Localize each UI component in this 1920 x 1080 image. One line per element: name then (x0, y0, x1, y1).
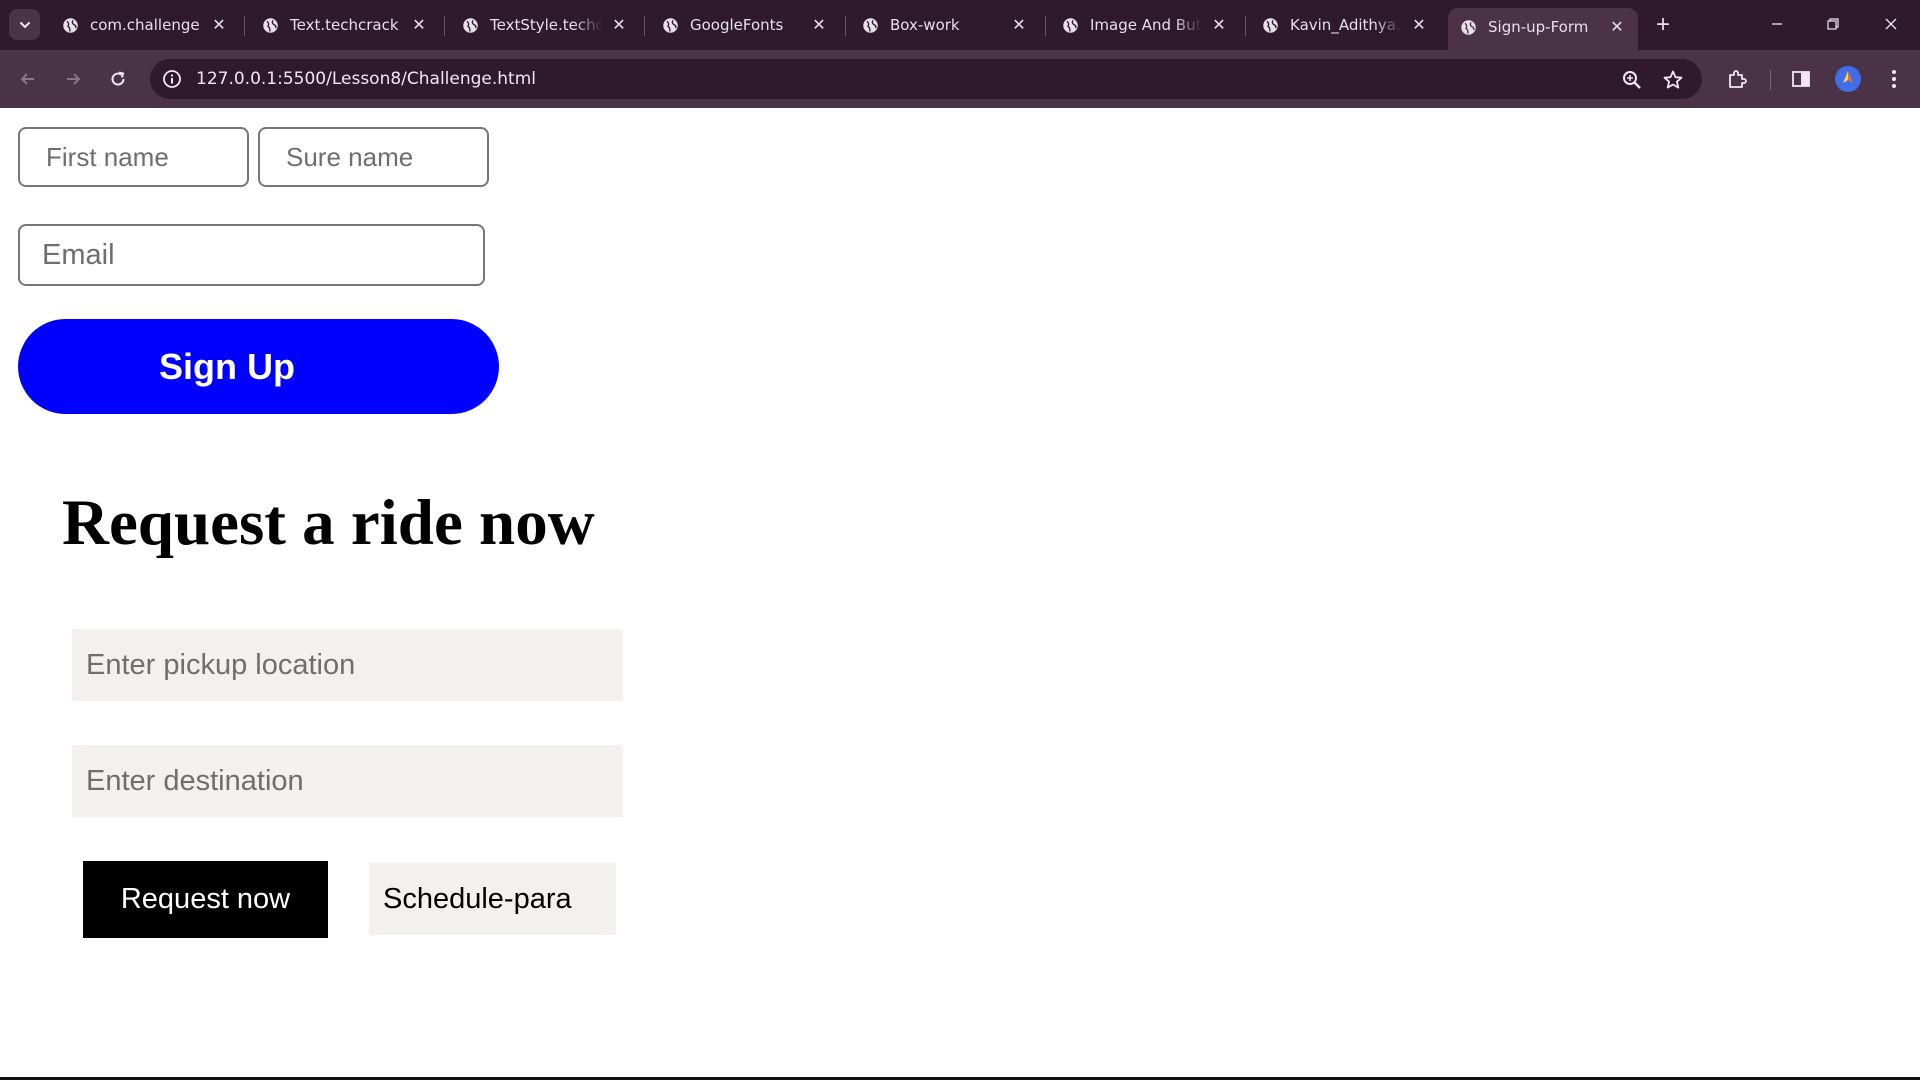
forward-button[interactable] (59, 65, 87, 93)
sign-up-button[interactable]: Sign Up (18, 319, 499, 414)
tab-label: com.challenge (90, 16, 200, 34)
tab-separator (1045, 16, 1046, 36)
globe-icon (663, 18, 678, 33)
close-icon[interactable]: ✕ (1010, 16, 1028, 34)
avatar-icon (1843, 71, 1853, 83)
tab-separator (1245, 16, 1246, 36)
globe-icon (1063, 18, 1078, 33)
tab-com-challenge[interactable]: com.challenge ✕ (50, 8, 240, 42)
reload-button[interactable] (104, 65, 132, 93)
tab-box-work[interactable]: Box-work ✕ (850, 8, 1040, 42)
close-icon[interactable]: ✕ (1210, 16, 1228, 34)
new-tab-button[interactable]: + (1650, 12, 1676, 38)
info-icon[interactable] (162, 69, 182, 89)
tab-separator (644, 16, 645, 36)
side-panel-button[interactable] (1789, 67, 1813, 91)
restore-button[interactable] (1810, 8, 1856, 40)
globe-icon (263, 18, 278, 33)
puzzle-icon (1729, 70, 1747, 88)
tab-googlefonts[interactable]: GoogleFonts ✕ (650, 8, 840, 42)
address-bar[interactable]: 127.0.0.1:5500/Lesson8/Challenge.html (150, 59, 1702, 99)
tab-separator (444, 16, 445, 36)
profile-avatar[interactable] (1835, 66, 1861, 92)
schedule-button[interactable]: Schedule-para (369, 863, 616, 935)
tab-label: GoogleFonts (690, 16, 784, 34)
globe-icon (63, 18, 78, 33)
request-now-button[interactable]: Request now (83, 861, 328, 938)
tab-separator (244, 16, 245, 36)
globe-icon (1263, 18, 1278, 33)
close-icon[interactable]: ✕ (1410, 16, 1428, 34)
tab-label: Image And Buttons (1090, 16, 1202, 34)
tab-text-techcrack[interactable]: Text.techcrack ✕ (250, 8, 440, 42)
email-input[interactable] (18, 224, 485, 286)
globe-icon (463, 18, 478, 33)
globe-icon (1461, 20, 1476, 35)
close-icon[interactable]: ✕ (810, 16, 828, 34)
chevron-down-icon (19, 21, 30, 28)
more-vertical-icon (1892, 70, 1896, 88)
close-icon[interactable]: ✕ (610, 16, 628, 34)
close-icon[interactable]: ✕ (1608, 18, 1626, 36)
tab-label: Text.techcrack (290, 16, 399, 34)
tab-label: Sign-up-Form (1488, 18, 1589, 36)
globe-icon (863, 18, 878, 33)
tab-label: TextStyle.techcrack (490, 16, 602, 34)
tab-label: Kavin_Adithya.dk (1290, 16, 1402, 34)
pickup-location-input[interactable] (72, 629, 623, 701)
close-icon[interactable]: ✕ (210, 16, 228, 34)
extensions-button[interactable] (1725, 67, 1749, 91)
reload-icon (111, 71, 125, 86)
page-title: Request a ride now (62, 487, 595, 559)
page-content: Sign Up Request a ride now Request now S… (0, 108, 1920, 1076)
minimize-button[interactable] (1754, 8, 1800, 40)
arrow-right-icon (67, 73, 81, 85)
arrow-left-icon (20, 73, 34, 85)
close-icon (1885, 18, 1897, 30)
back-button[interactable] (14, 65, 42, 93)
close-window-button[interactable] (1868, 8, 1914, 40)
url-text: 127.0.0.1:5500/Lesson8/Challenge.html (196, 69, 537, 89)
first-name-input[interactable] (18, 127, 249, 187)
tab-sign-up-form[interactable]: Sign-up-Form ✕ (1448, 8, 1638, 50)
tab-textstyle-techcrack[interactable]: TextStyle.techcrack ✕ (450, 8, 640, 42)
side-panel-icon (1792, 71, 1810, 87)
minimize-icon (1772, 23, 1782, 25)
zoom-icon[interactable] (1621, 69, 1643, 91)
browser-menu-button[interactable] (1882, 67, 1906, 91)
surname-input[interactable] (258, 127, 489, 187)
browser-tab-strip: com.challenge ✕ Text.techcrack ✕ TextSty… (0, 0, 1920, 50)
tab-kavin-adithya[interactable]: Kavin_Adithya.dk ✕ (1250, 8, 1440, 42)
toolbar-divider (1770, 70, 1771, 90)
star-icon[interactable] (1662, 69, 1684, 91)
tab-image-and-buttons[interactable]: Image And Buttons ✕ (1050, 8, 1240, 42)
destination-input[interactable] (72, 745, 623, 817)
browser-toolbar: 127.0.0.1:5500/Lesson8/Challenge.html (0, 50, 1920, 108)
restore-icon (1827, 18, 1839, 30)
tab-separator (845, 16, 846, 36)
tab-search-button[interactable] (9, 9, 40, 40)
close-icon[interactable]: ✕ (410, 16, 428, 34)
tab-label: Box-work (890, 16, 960, 34)
